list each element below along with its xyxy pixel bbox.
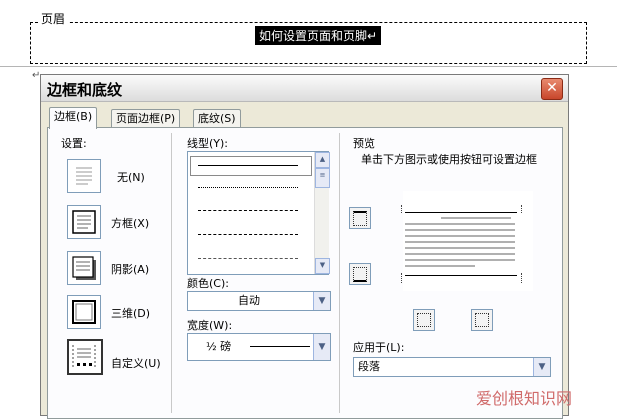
preview-corner-mark	[521, 205, 522, 213]
dialog-titlebar[interactable]: 边框和底纹 ✕	[41, 75, 568, 102]
line-style-label: 线型(Y):	[187, 137, 229, 150]
preset-3d-label[interactable]: 三维(D)	[111, 305, 150, 321]
preview-text-line	[405, 253, 515, 255]
preview-corner-mark	[401, 205, 402, 213]
right-border-button[interactable]	[471, 309, 493, 331]
watermark-text: 爱创根知识网	[476, 389, 573, 408]
scroll-down-icon[interactable]: ▼	[315, 258, 330, 274]
preset-shadow-icon	[72, 256, 96, 280]
preset-shadow-label[interactable]: 阴影(A)	[111, 261, 149, 277]
chevron-down-icon[interactable]: ▼	[533, 358, 550, 376]
preview-hint: 单击下方图示或使用按钮可设置边框	[361, 153, 537, 166]
tab-page-border[interactable]: 页面边框(P)	[111, 109, 181, 128]
header-text[interactable]: 如何设置页面和页脚↵	[255, 26, 382, 45]
page-separator	[0, 66, 617, 67]
preview-text-line	[405, 247, 515, 249]
preview-text-line	[405, 265, 475, 267]
column-divider	[171, 133, 172, 413]
borders-shading-dialog: 边框和底纹 ✕ 边框(B) 页面边框(P) 底纹(S) 设置: 无(N) 方框(…	[40, 74, 569, 419]
preview-text-line	[405, 229, 515, 231]
width-select[interactable]: ½ 磅 ▼	[187, 333, 331, 361]
tab-borders[interactable]: 边框(B)	[49, 107, 98, 129]
preset-box-label[interactable]: 方框(X)	[111, 215, 149, 231]
preset-none-button[interactable]	[67, 159, 101, 193]
preset-custom-button[interactable]	[67, 339, 103, 375]
preview-corner-mark	[401, 273, 402, 283]
line-style-list[interactable]: ▲ ≡ ▼	[187, 151, 330, 275]
preset-custom-icon	[72, 345, 96, 367]
apply-to-label: 应用于(L):	[353, 341, 405, 354]
width-line-sample	[250, 346, 310, 347]
apply-to-value: 段落	[358, 360, 380, 373]
preset-box-button[interactable]	[67, 205, 101, 239]
preset-none-label[interactable]: 无(N)	[117, 169, 145, 185]
close-button[interactable]: ✕	[541, 78, 563, 100]
scroll-thumb[interactable]: ≡	[315, 168, 330, 188]
header-tag: 页眉	[38, 10, 69, 27]
apply-to-select[interactable]: 段落 ▼	[353, 357, 551, 377]
color-select[interactable]: 自动 ▼	[187, 291, 331, 311]
preset-3d-icon	[72, 300, 96, 324]
column-divider	[339, 133, 340, 413]
preset-3d-button[interactable]	[67, 295, 101, 329]
settings-label: 设置:	[61, 137, 87, 150]
preview-text-line	[405, 241, 515, 243]
tab-shading[interactable]: 底纹(S)	[193, 109, 241, 128]
width-value: ½ 磅	[206, 340, 232, 353]
chevron-down-icon[interactable]: ▼	[313, 292, 330, 310]
scroll-up-icon[interactable]: ▲	[315, 152, 330, 168]
preview-corner-mark	[521, 273, 522, 283]
preset-shadow-button[interactable]	[67, 251, 101, 285]
top-border-icon	[353, 211, 367, 226]
width-label: 宽度(W):	[187, 319, 233, 332]
line-style-selected[interactable]	[190, 156, 312, 176]
bottom-border-button[interactable]	[349, 263, 371, 285]
right-border-icon	[475, 313, 489, 327]
preview-text-line	[405, 259, 515, 261]
line-style-dash-dot[interactable]	[198, 258, 298, 259]
preview-text-line	[441, 217, 511, 219]
line-style-scrollbar[interactable]: ▲ ≡ ▼	[314, 152, 330, 274]
left-border-icon	[417, 313, 431, 327]
chevron-down-icon[interactable]: ▼	[313, 334, 330, 360]
preview-text-line	[405, 235, 515, 237]
line-style-dashed[interactable]	[198, 210, 298, 211]
preview-label: 预览	[353, 137, 375, 150]
preset-custom-label[interactable]: 自定义(U)	[111, 355, 161, 371]
line-style-dotted[interactable]	[198, 187, 298, 188]
color-value: 自动	[238, 294, 260, 307]
color-label: 颜色(C):	[187, 277, 229, 290]
left-border-button[interactable]	[413, 309, 435, 331]
preview-text-line	[405, 223, 515, 225]
preset-box-icon	[72, 210, 96, 234]
bottom-border-icon	[353, 267, 367, 282]
line-style-long-dash[interactable]	[198, 234, 298, 235]
top-border-button[interactable]	[349, 207, 371, 229]
dialog-title: 边框和底纹	[47, 81, 123, 99]
preset-none-icon	[76, 167, 92, 185]
line-style-solid[interactable]	[198, 165, 298, 166]
